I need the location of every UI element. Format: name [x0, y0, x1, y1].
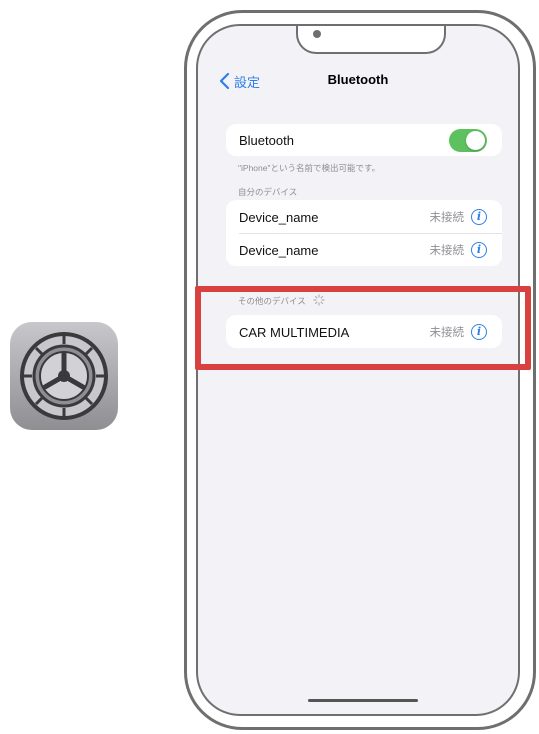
notch — [296, 26, 446, 54]
bluetooth-row: Bluetooth — [226, 124, 502, 156]
bluetooth-label: Bluetooth — [239, 132, 294, 148]
device-row[interactable]: Device_name 未接続 i — [226, 234, 502, 266]
info-icon[interactable]: i — [471, 209, 487, 225]
device-name: Device_name — [239, 209, 319, 225]
my-devices-header: 自分のデバイス — [238, 187, 298, 197]
page-title: Bluetooth — [327, 72, 389, 87]
settings-app-gear-icon — [10, 322, 118, 430]
info-icon[interactable]: i — [471, 242, 487, 258]
toggle-knob — [466, 130, 485, 150]
my-devices-group: Device_name 未接続 i Device_name 未接続 i — [226, 200, 502, 266]
discoverable-note: "iPhone"という名前で検出可能です。 — [238, 163, 381, 173]
highlight-box — [195, 286, 531, 370]
device-status: 未接続 — [429, 245, 465, 257]
front-camera — [313, 30, 321, 38]
home-indicator — [308, 699, 418, 702]
bluetooth-toggle[interactable] — [449, 128, 487, 152]
device-name: Device_name — [239, 242, 319, 258]
device-row[interactable]: Device_name 未接続 i — [226, 201, 502, 233]
phone-screen: 設定 Bluetooth Bluetooth "iPhone"という名前で検出可… — [196, 24, 520, 716]
bluetooth-toggle-group: Bluetooth — [226, 124, 502, 156]
device-status: 未接続 — [429, 212, 465, 224]
